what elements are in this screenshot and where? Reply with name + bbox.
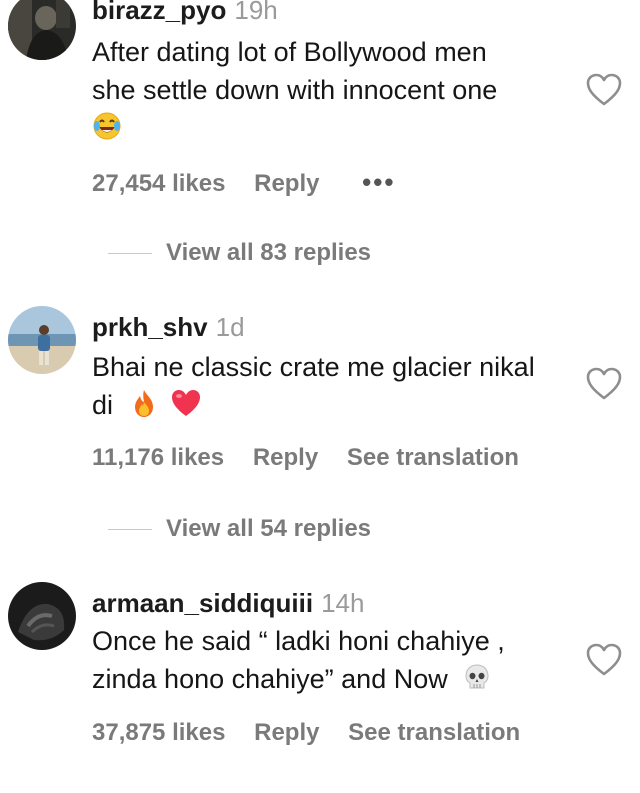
likes-count[interactable]: 27,454 likes [92,170,225,197]
comment-header: birazz_pyo 19h [92,0,278,26]
likes-count[interactable]: 11,176 likes [92,444,224,471]
heart-outline-icon[interactable] [584,366,624,402]
heart-outline-icon[interactable] [584,72,624,108]
laughing-tears-emoji-icon [92,111,122,149]
comment-text-line: she settle down with innocent one [92,75,498,105]
fire-emoji-icon [131,388,157,426]
timestamp: 19h [234,0,278,25]
username[interactable]: prkh_shv [92,312,208,342]
replies-divider [108,253,152,254]
comment-text-fragment: zinda hono chahiye” and Now [92,664,448,694]
more-options-icon[interactable]: ••• [362,167,395,197]
see-translation-button[interactable]: See translation [347,444,519,471]
comment-text-line: Once he said “ ladki honi chahiye , [92,626,505,656]
reply-button[interactable]: Reply [254,170,319,197]
comment-meta: 37,875 likes Reply See translation [92,718,542,748]
comment-meta: 27,454 likes Reply ••• [92,167,417,199]
reply-button[interactable]: Reply [253,444,318,471]
reply-button[interactable]: Reply [254,719,319,746]
replies-divider [108,529,152,530]
comment-header: prkh_shv 1d [92,311,245,343]
timestamp: 14h [321,588,365,618]
timestamp: 1d [215,312,245,342]
red-heart-emoji-icon [170,388,202,426]
avatar[interactable] [8,0,76,60]
comment-text-fragment: di [92,390,114,421]
username[interactable]: armaan_siddiquiii [92,588,313,618]
avatar[interactable] [8,306,76,374]
view-replies-button[interactable]: View all 54 replies [0,513,640,545]
comment-text-line: zinda hono chahiye” and Now [92,662,491,699]
comment-header: armaan_siddiquiii 14h [92,587,364,619]
see-translation-button[interactable]: See translation [348,719,520,746]
view-replies-label[interactable]: View all 83 replies [166,237,371,269]
avatar[interactable] [8,582,76,650]
view-replies-button[interactable]: View all 83 replies [0,237,640,269]
comment-emoji-line [92,111,122,149]
comment-text-line: di [92,388,202,426]
comment-text-line: Bhai ne classic crate me glacier nikal [92,352,535,382]
heart-outline-icon[interactable] [584,642,624,678]
comment-text-line: After dating lot of Bollywood men [92,37,487,67]
username[interactable]: birazz_pyo [92,0,226,25]
view-replies-label[interactable]: View all 54 replies [166,513,371,545]
likes-count[interactable]: 37,875 likes [92,719,225,746]
skull-emoji-icon [463,663,491,699]
comment-meta: 11,176 likes Reply See translation [92,443,541,473]
